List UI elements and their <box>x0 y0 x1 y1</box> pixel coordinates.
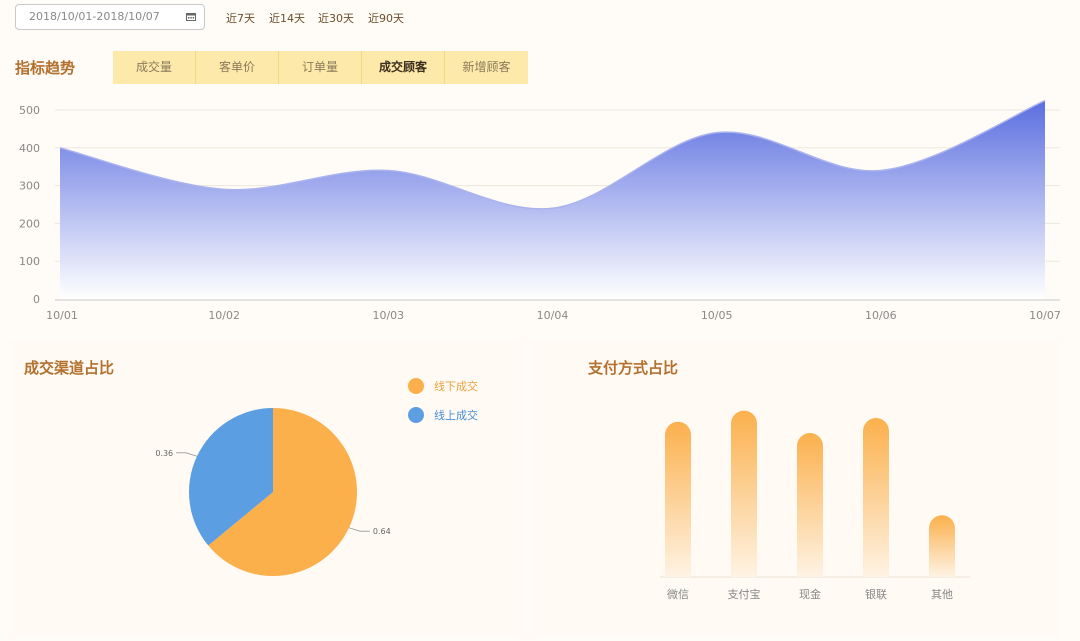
date-range-input[interactable]: 2018/10/01-2018/10/07 <box>15 4 205 30</box>
quick-range-14d[interactable]: 近14天 <box>269 10 305 26</box>
bar-1[interactable] <box>731 410 757 577</box>
channel-title: 成交渠道占比 <box>24 359 115 377</box>
date-range-text: 2018/10/01-2018/10/07 <box>29 10 160 23</box>
tab-orders[interactable]: 订单量 <box>279 51 362 84</box>
calendar-icon <box>186 13 196 21</box>
x-tick-label: 10/02 <box>208 309 240 322</box>
bar-2[interactable] <box>797 433 823 577</box>
channel-pie-chart: 0.64 0.36 <box>155 408 391 576</box>
y-tick-label: 300 <box>19 180 40 193</box>
pie-label-line <box>348 527 370 532</box>
metric-tabs: 成交量 客单价 订单量 成交顾客 新增顾客 <box>113 51 528 84</box>
bar-category-label: 现金 <box>799 587 821 601</box>
tab-volume[interactable]: 成交量 <box>113 51 196 84</box>
quick-range-30d[interactable]: 近30天 <box>318 10 354 26</box>
trend-area <box>60 100 1045 299</box>
pie-data-label: 0.64 <box>373 527 391 536</box>
legend-offline-label: 线下成交 <box>434 380 478 393</box>
legend-offline[interactable]: 线下成交 <box>408 378 478 394</box>
bar-category-label: 微信 <box>667 587 689 601</box>
pie-data-label: 0.36 <box>155 449 173 458</box>
tab-customers[interactable]: 成交顾客 <box>362 51 445 84</box>
quick-range-90d[interactable]: 近90天 <box>368 10 404 26</box>
trend-area-chart: 0 100 200 300 400 500 10/01 10/02 10/03 10/04 10/… <box>19 99 1061 322</box>
bar-category-label: 支付宝 <box>728 587 761 601</box>
x-tick-label: 10/06 <box>865 309 897 322</box>
x-tick-label: 10/04 <box>537 309 569 322</box>
y-tick-label: 100 <box>19 255 40 268</box>
trend-title: 指标趋势 <box>15 59 76 77</box>
payment-bar-chart: 微信 支付宝 现金 银联 其他 <box>660 410 970 601</box>
y-tick-label: 200 <box>19 217 40 230</box>
pie-label-line <box>176 452 198 457</box>
y-tick-label: 0 <box>33 293 40 306</box>
x-tick-label: 10/05 <box>701 309 733 322</box>
tab-new-customers[interactable]: 新增顾客 <box>445 51 528 84</box>
legend-online-label: 线上成交 <box>434 409 478 422</box>
x-tick-label: 10/03 <box>372 309 404 322</box>
legend-offline-dot <box>408 378 424 394</box>
payment-title: 支付方式占比 <box>588 359 679 377</box>
y-tick-label: 400 <box>19 142 40 155</box>
bar-category-label: 其他 <box>931 588 953 601</box>
quick-range-7d[interactable]: 近7天 <box>226 10 255 26</box>
tab-avg-price[interactable]: 客单价 <box>196 51 279 84</box>
bar-0[interactable] <box>665 421 691 577</box>
bar-3[interactable] <box>863 418 889 577</box>
x-tick-label: 10/01 <box>46 309 78 322</box>
y-tick-label: 500 <box>19 104 40 117</box>
bar-category-label: 银联 <box>865 587 887 601</box>
bar-4[interactable] <box>929 515 955 577</box>
x-tick-label: 10/07 <box>1029 309 1061 322</box>
